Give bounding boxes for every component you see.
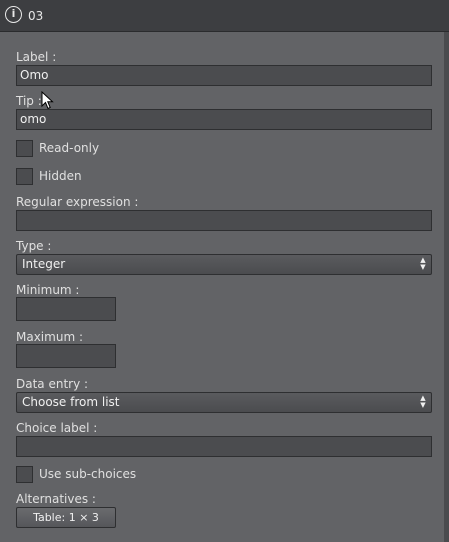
maximum-caption: Maximum : <box>16 330 83 344</box>
mouse-cursor-icon <box>41 91 54 110</box>
alternatives-caption: Alternatives : <box>16 492 96 506</box>
type-select-value: Integer <box>22 257 66 271</box>
choice-label-input[interactable] <box>16 436 432 457</box>
tip-input[interactable]: omo <box>16 109 432 130</box>
tip-caption: Tip : <box>16 94 42 108</box>
window-title: 03 <box>28 9 44 23</box>
data-entry-select-value: Choose from list <box>22 395 120 409</box>
updown-arrows-icon: ▲ ▼ <box>420 394 426 409</box>
label-input[interactable]: Omo <box>16 65 432 86</box>
hidden-checkbox[interactable] <box>16 168 33 185</box>
type-select[interactable]: Integer ▲ ▼ <box>16 254 432 275</box>
read-only-label: Read-only <box>39 141 100 155</box>
type-caption: Type : <box>16 239 52 253</box>
data-entry-caption: Data entry : <box>16 377 89 391</box>
panel-edge <box>444 32 449 542</box>
alternatives-table-button[interactable]: Table: 1 × 3 <box>16 507 116 528</box>
data-entry-select[interactable]: Choose from list ▲ ▼ <box>16 392 432 413</box>
choice-label-caption: Choice label : <box>16 421 98 435</box>
maximum-input[interactable] <box>16 344 116 368</box>
regex-caption: Regular expression : <box>16 195 139 209</box>
updown-arrows-icon: ▲ ▼ <box>420 256 426 271</box>
info-icon[interactable]: i <box>5 6 22 23</box>
minimum-input[interactable] <box>16 297 116 321</box>
sub-choices-checkbox[interactable] <box>16 466 33 483</box>
sub-choices-label: Use sub-choices <box>39 467 137 481</box>
regex-input[interactable] <box>16 210 432 231</box>
read-only-checkbox[interactable] <box>16 140 33 157</box>
minimum-caption: Minimum : <box>16 283 80 297</box>
title-bar: i 03 <box>0 0 449 32</box>
hidden-label: Hidden <box>39 169 82 183</box>
label-caption: Label : <box>16 50 57 64</box>
